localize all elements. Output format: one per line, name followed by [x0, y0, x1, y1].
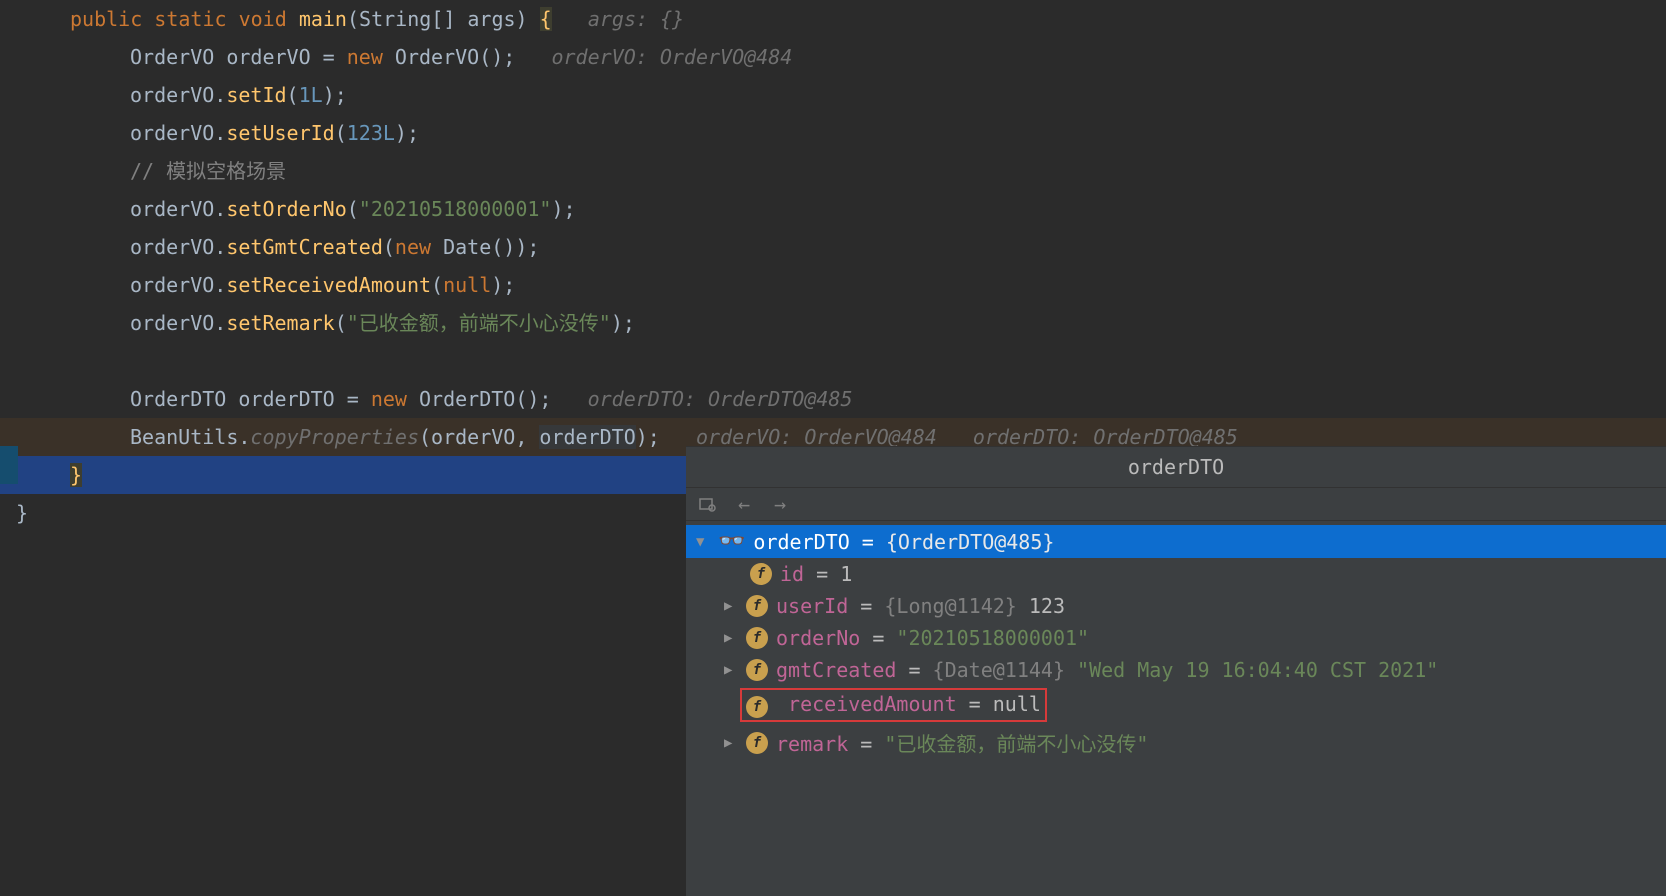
tree-field[interactable]: ▶ f gmtCreated = {Date@1144} "Wed May 19…	[686, 654, 1666, 686]
variables-tree[interactable]: ▼ 👓 orderDTO = {OrderDTO@485} f id = 1 ▶…	[686, 521, 1666, 765]
expand-icon[interactable]: ▶	[724, 662, 738, 678]
highlight-box: f receivedAmount = null	[740, 688, 1047, 722]
tree-field-highlighted[interactable]: f receivedAmount = null	[686, 686, 1666, 724]
execution-gutter-icon	[0, 446, 18, 484]
tree-field[interactable]: ▶ f orderNo = "20210518000001"	[686, 622, 1666, 654]
collapse-icon[interactable]: ▼	[696, 534, 710, 550]
field-icon: f	[750, 563, 772, 585]
tree-field[interactable]: ▶ f userId = {Long@1142} 123	[686, 590, 1666, 622]
code-line: orderVO.setOrderNo("20210518000001");	[0, 190, 1666, 228]
field-icon: f	[746, 595, 768, 617]
field-icon: f	[746, 696, 768, 718]
debug-variables-panel: orderDTO ← → ▼ 👓 orderDTO = {OrderDTO@48…	[686, 446, 1666, 896]
code-line: orderVO.setGmtCreated(new Date());	[0, 228, 1666, 266]
code-line	[0, 342, 1666, 380]
tree-field[interactable]: ▶ f remark = "已收金额，前端不小心没传"	[686, 724, 1666, 761]
code-line: orderVO.setUserId(123L);	[0, 114, 1666, 152]
code-line: // 模拟空格场景	[0, 152, 1666, 190]
watch-icon: 👓	[718, 529, 745, 554]
code-line: OrderVO orderVO = new OrderVO(); orderVO…	[0, 38, 1666, 76]
debug-panel-title: orderDTO	[686, 447, 1666, 488]
code-line: public static void main(String[] args) {…	[0, 0, 1666, 38]
new-watch-icon[interactable]	[698, 494, 718, 514]
field-icon: f	[746, 732, 768, 754]
code-line: orderVO.setRemark("已收金额，前端不小心没传");	[0, 304, 1666, 342]
code-line: orderVO.setReceivedAmount(null);	[0, 266, 1666, 304]
code-line: orderVO.setId(1L);	[0, 76, 1666, 114]
forward-icon[interactable]: →	[770, 494, 790, 514]
debug-toolbar: ← →	[686, 488, 1666, 521]
expand-icon[interactable]: ▶	[724, 598, 738, 614]
code-line: OrderDTO orderDTO = new OrderDTO(); orde…	[0, 380, 1666, 418]
expand-icon[interactable]: ▶	[724, 630, 738, 646]
back-icon[interactable]: ←	[734, 494, 754, 514]
field-icon: f	[746, 627, 768, 649]
field-icon: f	[746, 659, 768, 681]
expand-icon[interactable]: ▶	[724, 735, 738, 751]
tree-field[interactable]: f id = 1	[686, 558, 1666, 590]
tree-root[interactable]: ▼ 👓 orderDTO = {OrderDTO@485}	[686, 525, 1666, 558]
